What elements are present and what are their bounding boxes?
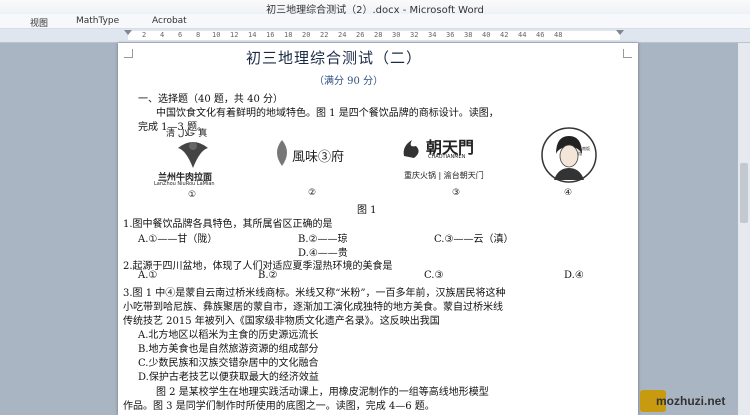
horizontal-ruler[interactable]: 2 4 6 8 10 12 14 16 18 20 22 24 26 28 30…	[0, 29, 750, 43]
question-1: 1.图中餐饮品牌各具特色，其所属省区正确的是	[123, 219, 333, 230]
ruler-number: 34	[428, 31, 437, 39]
q1-option-b: B.②——琼	[298, 234, 348, 245]
logo-4-text: 云南饭馆	[578, 146, 590, 156]
ruler-number: 20	[302, 31, 311, 39]
q3-option-b: B.地方美食也是自然旅游资源的组成部分	[138, 344, 319, 355]
ruler-number: 24	[338, 31, 347, 39]
ruler-number: 14	[248, 31, 257, 39]
q2-option-a: A.①	[138, 270, 158, 281]
title-bar: 初三地理综合测试（2）.docx - Microsoft Word	[0, 0, 750, 16]
q1-option-c: C.③——云（滇）	[434, 234, 514, 245]
ruler-number: 18	[284, 31, 293, 39]
figure-1-caption: 图 1	[357, 205, 377, 216]
ruler-right-marker[interactable]	[616, 30, 624, 35]
ruler-number: 12	[230, 31, 239, 39]
ruler-number: 4	[160, 31, 165, 39]
q3-option-c: C.少数民族和汉族交错杂居中的文化融合	[138, 358, 319, 369]
ruler-number: 38	[464, 31, 473, 39]
logo-4-number: ④	[564, 188, 573, 198]
crop-mark	[623, 49, 632, 58]
ruler-number: 26	[356, 31, 365, 39]
leaf-icon	[277, 140, 287, 166]
doc-subtitle: （满分 90 分）	[314, 76, 384, 87]
logo-chaotianmen: 朝天門 CHAOTIANMEN 重庆火锅 | 渝台朝天门 ③	[398, 130, 510, 200]
logo-3-sub: CHAOTIANMEN	[428, 154, 466, 160]
scrollbar-thumb[interactable]	[740, 163, 748, 223]
logo-lanzhou-beef-noodle: 清 ﺣﻼﻝ 真 兰州牛肉拉面 LanZhou NiuRou LaMian ①	[146, 126, 252, 200]
menu-view[interactable]: 视图	[30, 16, 48, 29]
ruler-number: 22	[320, 31, 329, 39]
section-heading: 一、选择题（40 题，共 40 分）	[138, 94, 283, 105]
crop-mark	[124, 49, 133, 58]
site-watermark: mozhuzi.net	[640, 388, 750, 415]
flame-icon	[403, 140, 419, 158]
ruler-indent-marker[interactable]	[124, 30, 132, 35]
ruler-number: 46	[536, 31, 545, 39]
ruler-number: 32	[410, 31, 419, 39]
logo-yunnan-portrait: 云南饭馆 ④	[534, 126, 606, 200]
logo-2-number: ②	[308, 188, 317, 198]
passage-2-line-2: 作品。图 3 是同学们制作时所使用的底图之一。读图，完成 4—6 题。	[123, 401, 435, 412]
watermark-text: mozhuzi.net	[656, 394, 726, 408]
passage-2-line-1: 图 2 是某校学生在地理实践活动课上，用橡皮泥制作的一组等高线地形模型	[156, 387, 489, 398]
ruler-number: 30	[392, 31, 401, 39]
logo-3-line: 重庆火锅 | 渝台朝天门	[404, 171, 484, 180]
intro-line-1: 中国饮食文化有着鲜明的地域特色。图 1 是四个餐饮品牌的商标设计。读图，	[156, 108, 499, 119]
menu-mathtype[interactable]: MathType	[76, 16, 119, 26]
ruler-number: 44	[518, 31, 527, 39]
question-3-line-1: 3.图 1 中④是蒙自云南过桥米线商标。米线又称“米粉”，一百多年前，汉族居民将…	[123, 288, 506, 299]
bowl-icon	[178, 142, 208, 168]
q2-option-d: D.④	[564, 270, 584, 281]
q3-option-a: A.北方地区以稻米为主食的历史源远流长	[138, 330, 319, 341]
ruler-number: 36	[446, 31, 455, 39]
q3-option-d: D.保护古老技艺以便获取最大的经济效益	[138, 372, 319, 383]
question-3-line-3: 传统技艺 2015 年被列入《国家级非物质文化遗产名录》。这反映出我国	[123, 316, 440, 327]
logo-1-number: ①	[188, 190, 197, 200]
doc-title: 初三地理综合测试（二）	[246, 49, 423, 67]
ruler-number: 2	[142, 31, 147, 39]
ruler-number: 28	[374, 31, 383, 39]
ruler-number: 10	[212, 31, 221, 39]
ruler-number: 48	[554, 31, 563, 39]
logo-2-name: 風味③府	[292, 150, 345, 165]
ruler-number: 6	[178, 31, 183, 39]
q2-option-b: B.②	[258, 270, 278, 281]
logo-1-pinyin: LanZhou NiuRou LaMian	[154, 181, 215, 187]
ruler-number: 8	[196, 31, 201, 39]
logo-fengwei: 風味③府 ②	[268, 136, 360, 200]
ruler-number: 42	[500, 31, 509, 39]
ruler-numbers: 2 4 6 8 10 12 14 16 18 20 22 24 26 28 30…	[0, 30, 750, 41]
menu-bar: 视图 MathType Acrobat	[0, 14, 750, 29]
q1-option-a: A.①——甘（陇）	[138, 234, 218, 245]
ruler-number: 16	[266, 31, 275, 39]
menu-acrobat[interactable]: Acrobat	[152, 16, 187, 26]
logo-3-number: ③	[452, 188, 461, 198]
ruler-number: 40	[482, 31, 491, 39]
question-3-line-2: 小吃带到哈尼族、彝族聚居的蒙自市，逐渐加工演化成独特的地方美食。蒙自过桥米线	[123, 302, 503, 313]
q2-option-c: C.③	[424, 270, 444, 281]
vertical-scrollbar[interactable]	[738, 43, 750, 415]
